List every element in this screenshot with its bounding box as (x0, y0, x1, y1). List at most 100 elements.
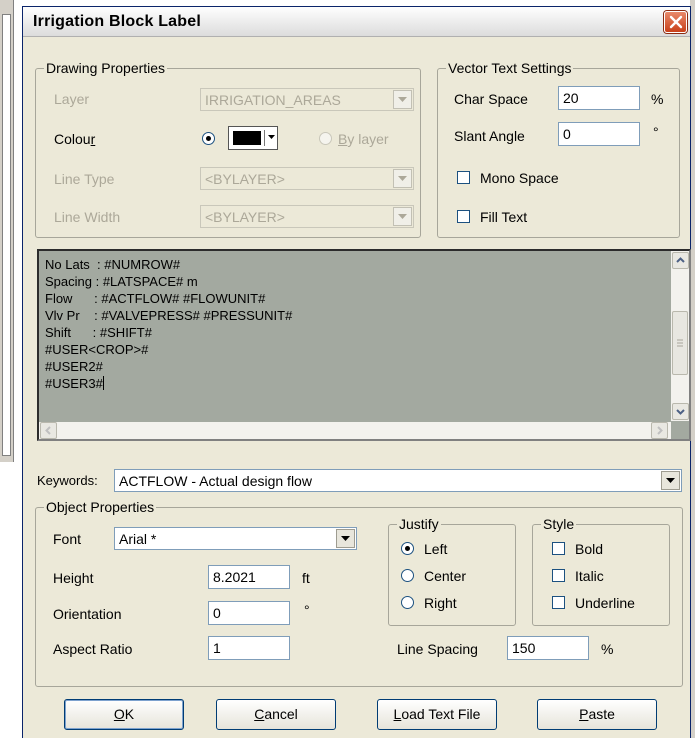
editor-line: Flow : #ACTFLOW# #FLOWUNIT# (45, 291, 266, 306)
drawing-properties-title: Drawing Properties (44, 60, 168, 76)
height-label: Height (53, 570, 94, 586)
chevron-right-icon (657, 426, 663, 435)
cancel-button[interactable]: Cancel (216, 699, 336, 730)
paste-button[interactable]: Paste (537, 699, 657, 730)
layer-label: Layer (54, 91, 90, 107)
orientation-label: Orientation (53, 606, 122, 622)
height-unit: ft (302, 570, 310, 586)
chevron-down-icon (398, 97, 407, 102)
chevron-down-icon (676, 409, 685, 415)
line-width-value: <BYLAYER> (205, 209, 285, 225)
justify-left-label: Left (424, 541, 448, 557)
editor-content[interactable]: No Lats : #NUMROW# Spacing : #LATSPACE# … (45, 256, 292, 392)
bold-checkbox[interactable] (552, 542, 565, 555)
editor-line: #USER<CROP># (45, 342, 149, 357)
drawing-properties-group: Drawing Properties Layer IRRIGATION_AREA… (35, 60, 421, 238)
close-icon (669, 15, 683, 29)
vertical-scroll-thumb[interactable] (672, 311, 688, 375)
char-space-input[interactable]: 20 (558, 86, 640, 110)
height-input[interactable]: 8.2021 (208, 565, 290, 589)
load-text-file-button[interactable]: Load Text File (377, 699, 497, 730)
editor-line: Shift : #SHIFT# (45, 325, 152, 340)
line-type-label: Line Type (54, 171, 115, 187)
slant-angle-input[interactable]: 0 (558, 122, 640, 146)
object-properties-title: Object Properties (44, 499, 157, 515)
text-caret (102, 376, 104, 390)
italic-checkbox[interactable] (552, 569, 565, 582)
colour-swatch (233, 131, 261, 145)
underline-label: Underline (575, 595, 635, 611)
close-button[interactable] (664, 11, 687, 33)
line-type-dropdown-button[interactable] (393, 169, 412, 188)
justify-right-label: Right (424, 595, 457, 611)
char-space-unit: % (651, 91, 664, 107)
justify-center-radio[interactable] (401, 569, 414, 582)
font-value: Arial * (119, 531, 157, 547)
mono-space-label: Mono Space (480, 170, 559, 186)
by-layer-radio[interactable] (319, 132, 332, 145)
line-width-dropdown-button[interactable] (393, 207, 412, 226)
line-spacing-label: Line Spacing (397, 641, 478, 657)
by-layer-label: By layer (338, 131, 389, 147)
line-spacing-unit: % (601, 641, 614, 657)
orientation-unit: ° (304, 602, 310, 618)
editor-line: #USER3# (45, 376, 103, 391)
style-title: Style (541, 516, 577, 532)
chevron-left-icon (45, 426, 51, 435)
line-width-combo[interactable]: <BYLAYER> (200, 205, 414, 228)
justify-group: Justify Left Center Right (388, 516, 516, 626)
window-title: Irrigation Block Label (33, 13, 201, 30)
layer-combo[interactable]: IRRIGATION_AREAS (200, 88, 414, 111)
keywords-combo[interactable]: ACTFLOW - Actual design flow (114, 469, 682, 492)
font-label: Font (53, 531, 82, 547)
slant-angle-label: Slant Angle (454, 128, 525, 144)
label-template-editor[interactable]: No Lats : #NUMROW# Spacing : #LATSPACE# … (37, 249, 691, 441)
editor-line: No Lats : #NUMROW# (45, 257, 181, 272)
justify-center-label: Center (424, 568, 467, 584)
colour-picker[interactable] (228, 126, 278, 150)
vertical-scrollbar[interactable] (671, 251, 689, 421)
ok-button[interactable]: OK (64, 699, 184, 730)
style-group: Style Bold Italic Underline (532, 516, 670, 626)
vector-text-settings-title: Vector Text Settings (446, 60, 574, 76)
chevron-down-icon (341, 536, 350, 541)
line-type-combo[interactable]: <BYLAYER> (200, 167, 414, 190)
chevron-down-icon (398, 214, 407, 219)
vector-text-settings-group: Vector Text Settings Char Space 20 % Sla… (437, 60, 680, 238)
irrigation-block-label-dialog: Irrigation Block Label Drawing Propertie… (22, 6, 691, 738)
layer-value: IRRIGATION_AREAS (205, 92, 341, 108)
object-properties-group: Object Properties Font Arial * Height 8.… (35, 499, 683, 687)
scroll-left-button[interactable] (40, 422, 57, 439)
aspect-ratio-label: Aspect Ratio (53, 641, 133, 657)
underline-checkbox[interactable] (552, 596, 565, 609)
chevron-down-icon (398, 176, 407, 181)
scroll-up-button[interactable] (672, 252, 689, 269)
grip-icon (677, 339, 683, 347)
line-spacing-input[interactable]: 150 (507, 636, 589, 660)
editor-line: Vlv Pr : #VALVEPRESS# #PRESSUNIT# (45, 308, 293, 323)
keywords-dropdown-button[interactable] (661, 471, 680, 490)
fill-text-label: Fill Text (480, 209, 528, 225)
bold-label: Bold (575, 541, 604, 557)
justify-left-radio[interactable] (401, 542, 414, 555)
orientation-input[interactable]: 0 (208, 601, 290, 625)
editor-line: #USER2# (45, 359, 103, 374)
justify-title: Justify (397, 516, 441, 532)
title-bar[interactable]: Irrigation Block Label (23, 7, 690, 37)
aspect-ratio-input[interactable]: 1 (208, 636, 290, 660)
justify-right-radio[interactable] (401, 596, 414, 609)
horizontal-scrollbar[interactable] (39, 422, 671, 439)
font-combo[interactable]: Arial * (114, 527, 357, 550)
chevron-up-icon (676, 257, 685, 263)
editor-line: Spacing : #LATSPACE# m (45, 274, 198, 289)
chevron-down-icon (666, 478, 675, 483)
colour-custom-radio[interactable] (202, 132, 215, 145)
scroll-right-button[interactable] (651, 422, 668, 439)
background-panel-inner (2, 14, 11, 456)
layer-dropdown-button[interactable] (393, 90, 412, 109)
colour-label: Colour (54, 131, 96, 147)
fill-text-checkbox[interactable] (457, 210, 470, 223)
scroll-down-button[interactable] (672, 403, 689, 420)
mono-space-checkbox[interactable] (457, 171, 470, 184)
font-dropdown-button[interactable] (336, 529, 355, 548)
